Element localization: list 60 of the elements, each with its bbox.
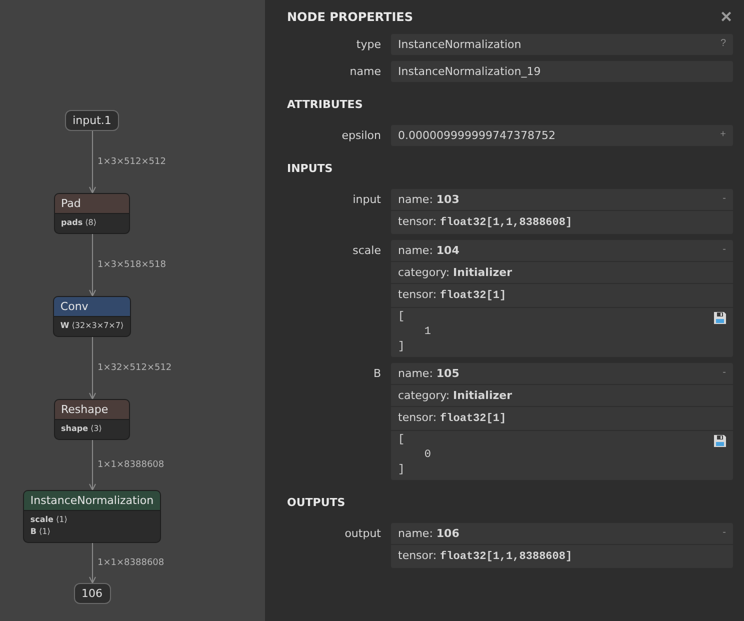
property-label: B [372, 366, 382, 380]
tensor-shape-label: 1×3×518×518 [96, 260, 167, 270]
property-value: name: 103 [398, 192, 460, 208]
tensor-data: [ 0 ] [398, 433, 432, 478]
property-label: input [352, 192, 382, 206]
graph-node[interactable]: Conv W ⟨32×3×7×7⟩ [53, 296, 131, 337]
expand-toggle[interactable]: + [720, 125, 726, 140]
property-value: tensor: float32[1,1,8388608] [398, 214, 572, 231]
edge-arrow [88, 440, 96, 490]
graph-node[interactable]: InstanceNormalization scale ⟨1⟩ B ⟨1⟩ [23, 490, 161, 543]
property-value: InstanceNormalization [398, 37, 522, 53]
property-label: output [344, 526, 382, 540]
expand-toggle[interactable]: - [722, 363, 726, 378]
property-value: name: 106 [398, 526, 460, 542]
node-header: Pad [55, 194, 129, 214]
expand-toggle[interactable]: - [722, 523, 726, 538]
graph-node[interactable]: 106 [74, 583, 110, 604]
property-value: tensor: float32[1] [398, 287, 506, 304]
edge-arrow [88, 337, 96, 399]
tensor-shape-label: 1×1×8388608 [96, 558, 166, 568]
property-value: 0.000009999999747378752 [398, 128, 556, 144]
section-title: INPUTS [287, 162, 334, 175]
node-attribute: shape ⟨3⟩ [61, 423, 103, 435]
property-label: scale [352, 243, 382, 257]
edge-arrow [88, 543, 96, 583]
property-value: category: Initializer [398, 265, 512, 281]
property-value: category: Initializer [398, 388, 512, 404]
edge-arrow [88, 234, 96, 296]
node-header: Conv [54, 297, 130, 317]
node-attribute: B ⟨1⟩ [30, 526, 52, 538]
property-label: epsilon [340, 128, 382, 142]
node-attribute: W ⟨32×3×7×7⟩ [60, 320, 124, 332]
node-attribute: scale ⟨1⟩ [30, 514, 68, 526]
expand-toggle[interactable]: ? [720, 34, 726, 49]
property-label: name [348, 64, 382, 78]
panel-title: NODE PROPERTIES [287, 10, 413, 24]
tensor-shape-label: 1×32×512×512 [96, 363, 173, 373]
expand-toggle[interactable]: - [722, 240, 726, 255]
property-value: name: 105 [398, 366, 460, 382]
graph-node[interactable]: Pad pads ⟨8⟩ [54, 193, 130, 234]
edge-arrow [88, 131, 96, 193]
node-header: InstanceNormalization [24, 491, 160, 511]
property-value: tensor: float32[1] [398, 410, 506, 427]
save-icon[interactable] [714, 435, 726, 447]
close-button[interactable]: ✕ [720, 8, 733, 26]
expand-toggle[interactable]: - [722, 189, 726, 204]
property-label: type [355, 37, 382, 51]
node-attribute: pads ⟨8⟩ [61, 217, 98, 229]
section-title: OUTPUTS [287, 496, 346, 509]
property-value: tensor: float32[1,1,8388608] [398, 548, 572, 565]
section-title: ATTRIBUTES [287, 98, 364, 111]
property-value: name: 104 [398, 243, 460, 259]
save-icon[interactable] [714, 312, 726, 324]
graph-node[interactable]: input.1 [64, 110, 120, 131]
node-header: Reshape [55, 400, 129, 420]
property-value: InstanceNormalization_19 [398, 64, 541, 80]
tensor-shape-label: 1×1×8388608 [96, 460, 166, 470]
graph-node[interactable]: Reshape shape ⟨3⟩ [54, 399, 130, 440]
tensor-data: [ 1 ] [398, 310, 432, 355]
tensor-shape-label: 1×3×512×512 [96, 157, 167, 167]
